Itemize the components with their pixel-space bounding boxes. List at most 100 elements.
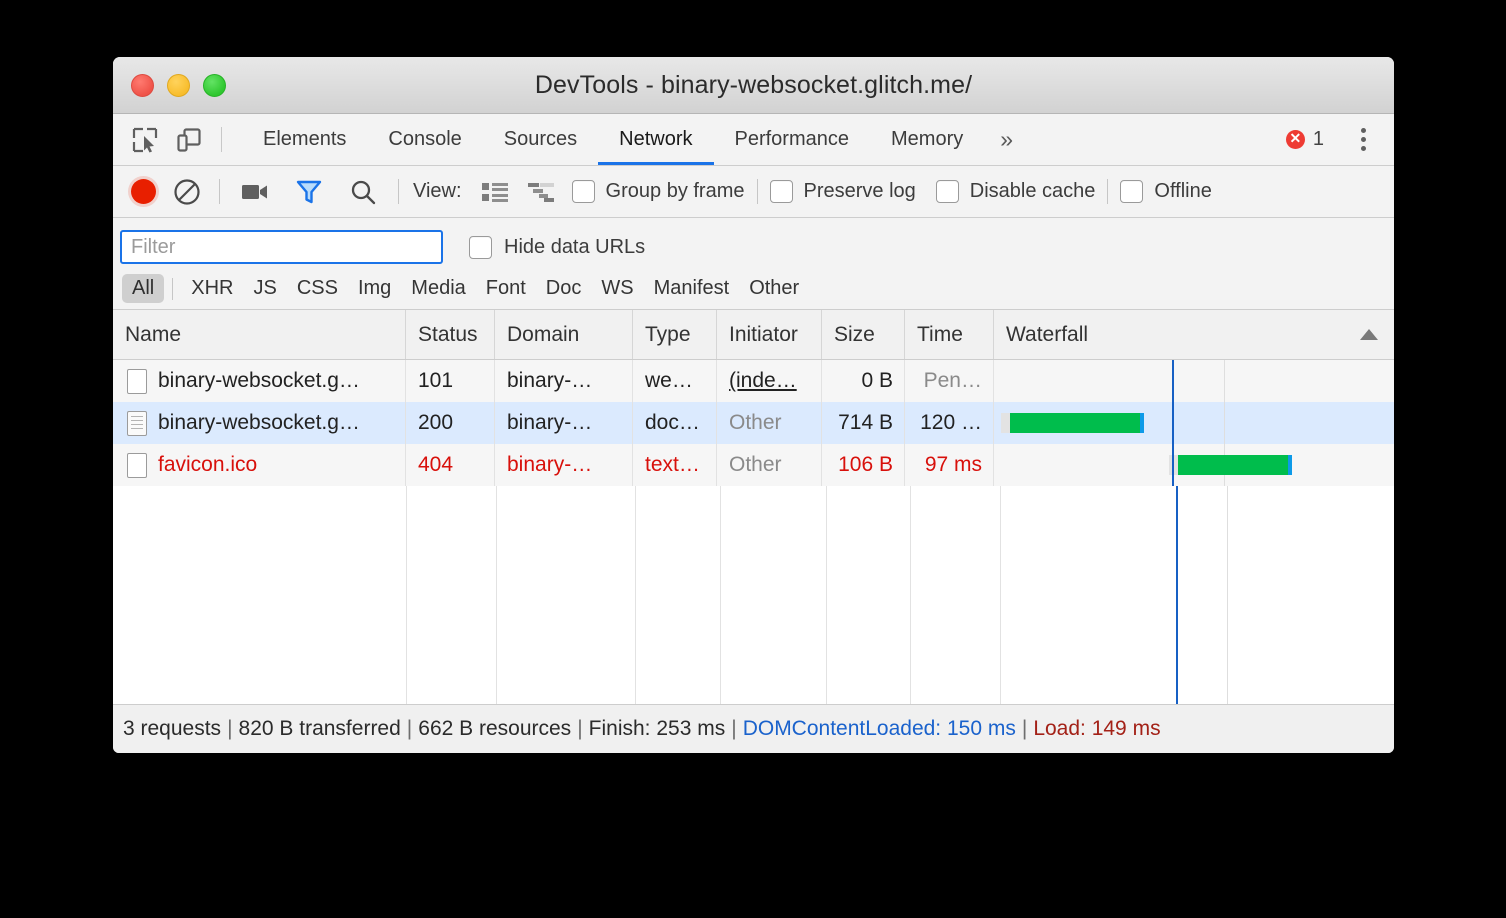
type-filter-other[interactable]: Other — [739, 274, 809, 303]
camera-icon — [241, 181, 269, 203]
search-button[interactable] — [336, 166, 390, 217]
more-tabs-icon[interactable]: » — [984, 114, 1029, 165]
checkbox-label: Hide data URLs — [504, 236, 645, 259]
checkbox-box — [1120, 180, 1143, 203]
initiator-link[interactable]: (inde… — [729, 369, 797, 393]
request-name-label: binary-websocket.g… — [158, 411, 360, 435]
column-header-type[interactable]: Type — [633, 310, 717, 359]
dom-content-loaded-marker — [1172, 360, 1174, 402]
window-title: DevTools - binary-websocket.glitch.me/ — [113, 71, 1394, 100]
checkbox-box — [469, 236, 492, 259]
waterfall-bar[interactable] — [1178, 455, 1288, 475]
waterfall-track — [994, 402, 1394, 444]
capture-screenshots-button[interactable] — [228, 166, 282, 217]
cell-status: 200 — [406, 402, 495, 444]
tab-network[interactable]: Network — [598, 114, 713, 165]
tab-performance[interactable]: Performance — [714, 114, 871, 165]
preserve-log-checkbox[interactable]: Preserve log — [770, 180, 916, 203]
error-count-label: 1 — [1313, 128, 1324, 151]
type-filter-js[interactable]: JS — [243, 274, 286, 303]
waterfall-view-icon — [528, 182, 554, 202]
checkbox-box — [572, 180, 595, 203]
hide-data-urls-checkbox[interactable]: Hide data URLs — [469, 236, 645, 259]
waterfall-bar-download — [1140, 413, 1144, 433]
document-file-icon — [127, 411, 147, 436]
status-dom-content-loaded: DOMContentLoaded: 150 ms — [743, 717, 1016, 741]
table-empty-area — [113, 486, 1394, 704]
status-load: Load: 149 ms — [1033, 717, 1160, 741]
filter-toggle-button[interactable] — [282, 166, 336, 217]
column-header-time[interactable]: Time — [905, 310, 994, 359]
table-row[interactable]: binary-websocket.g… 200 binary-… doc… Ot… — [113, 402, 1394, 444]
table-row[interactable]: binary-websocket.g… 101 binary-… we… (in… — [113, 360, 1394, 402]
cell-time: 120 … — [905, 402, 994, 444]
cell-size: 0 B — [822, 360, 905, 402]
table-row[interactable]: favicon.ico 404 binary-… text… Other 106… — [113, 444, 1394, 486]
tab-label: Console — [388, 128, 461, 151]
type-filter-divider — [172, 278, 173, 300]
tab-elements[interactable]: Elements — [242, 114, 367, 165]
more-options-icon[interactable] — [1345, 128, 1380, 151]
type-filter-ws[interactable]: WS — [591, 274, 643, 303]
tabbar-divider — [221, 127, 222, 152]
type-filter-media[interactable]: Media — [401, 274, 475, 303]
maximize-window-button[interactable] — [203, 74, 226, 97]
status-separator: | — [577, 717, 582, 741]
column-header-domain[interactable]: Domain — [495, 310, 633, 359]
clear-button[interactable] — [163, 166, 211, 217]
minimize-window-button[interactable] — [167, 74, 190, 97]
column-header-initiator[interactable]: Initiator — [717, 310, 822, 359]
network-toolbar: View: Group by frame — [113, 166, 1394, 218]
status-separator: | — [1022, 717, 1027, 741]
disable-cache-checkbox[interactable]: Disable cache — [936, 180, 1096, 203]
cell-type: doc… — [633, 402, 717, 444]
waterfall-gridline — [1224, 360, 1225, 402]
type-filter-css[interactable]: CSS — [287, 274, 348, 303]
device-toolbar-icon[interactable] — [167, 114, 211, 165]
inspect-element-icon[interactable] — [123, 114, 167, 165]
tabbar-right-controls: ✕ 1 — [1286, 114, 1394, 165]
waterfall-bar[interactable] — [1010, 413, 1140, 433]
cell-waterfall — [994, 444, 1394, 486]
view-list-button[interactable] — [472, 166, 518, 217]
offline-checkbox[interactable]: Offline — [1120, 180, 1211, 203]
cell-initiator[interactable]: (inde… — [717, 360, 822, 402]
type-filter-xhr[interactable]: XHR — [181, 274, 243, 303]
tab-sources[interactable]: Sources — [483, 114, 598, 165]
close-window-button[interactable] — [131, 74, 154, 97]
view-waterfall-button[interactable] — [518, 166, 564, 217]
column-header-name[interactable]: Name — [113, 310, 406, 359]
tab-console[interactable]: Console — [367, 114, 482, 165]
cell-type: we… — [633, 360, 717, 402]
checkbox-label: Offline — [1154, 180, 1211, 203]
request-name-label: binary-websocket.g… — [158, 369, 360, 393]
blank-file-icon — [127, 369, 147, 394]
type-filter-manifest[interactable]: Manifest — [644, 274, 740, 303]
tab-memory[interactable]: Memory — [870, 114, 984, 165]
column-header-waterfall-label: Waterfall — [1006, 323, 1088, 347]
error-count-badge[interactable]: ✕ 1 — [1286, 128, 1324, 151]
column-header-status[interactable]: Status — [406, 310, 495, 359]
devtools-window: DevTools - binary-websocket.glitch.me/ E… — [113, 57, 1394, 753]
type-filter-font[interactable]: Font — [476, 274, 536, 303]
cell-name[interactable]: binary-websocket.g… — [113, 360, 406, 402]
type-filter-all[interactable]: All — [122, 274, 164, 303]
cell-name[interactable]: favicon.ico — [113, 444, 406, 486]
type-filter-img[interactable]: Img — [348, 274, 401, 303]
tab-label: Elements — [263, 128, 346, 151]
cell-initiator: Other — [717, 444, 822, 486]
record-button[interactable] — [123, 166, 163, 217]
cell-domain: binary-… — [495, 360, 633, 402]
table-header-row: Name Status Domain Type Initiator Size T… — [113, 310, 1394, 360]
cell-waterfall — [994, 402, 1394, 444]
devtools-tab-bar: Elements Console Sources Network Perform… — [113, 114, 1394, 166]
checkbox-label: Disable cache — [970, 180, 1096, 203]
type-filter-doc[interactable]: Doc — [536, 274, 592, 303]
cell-name[interactable]: binary-websocket.g… — [113, 402, 406, 444]
cell-waterfall — [994, 360, 1394, 402]
column-header-waterfall[interactable]: Waterfall — [994, 310, 1394, 359]
filter-input[interactable] — [120, 230, 443, 264]
group-by-frame-checkbox[interactable]: Group by frame — [572, 180, 745, 203]
waterfall-track — [994, 360, 1394, 402]
column-header-size[interactable]: Size — [822, 310, 905, 359]
